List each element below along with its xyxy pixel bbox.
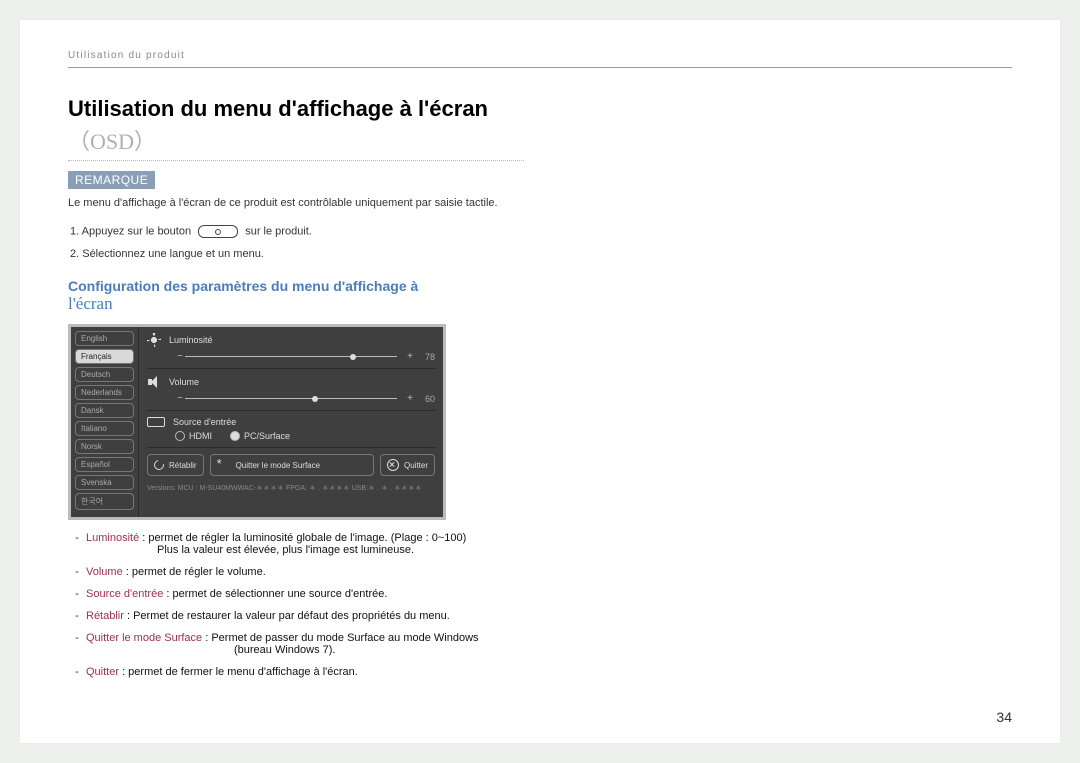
version-line: Versions: MCU : M-SU40MWWAC-＊＊＊＊ FPGA: ＊…	[147, 481, 435, 493]
term-quitter-surface: Quitter le mode Surface	[86, 632, 202, 644]
brightness-slider[interactable]	[185, 356, 397, 357]
volume-label: Volume	[169, 377, 199, 387]
source-label: Source d'entrée	[173, 417, 236, 427]
term-source: Source d'entrée	[86, 588, 163, 600]
volume-icon	[147, 375, 161, 389]
lang-item[interactable]: Español	[75, 457, 134, 472]
volume-slider[interactable]	[185, 398, 397, 399]
term-quitter: Quitter	[86, 666, 119, 678]
lang-item[interactable]: English	[75, 331, 134, 346]
lang-item[interactable]: Nederlands	[75, 385, 134, 400]
volume-knob[interactable]	[312, 396, 318, 402]
page: Utilisation du produit Utilisation du me…	[20, 20, 1060, 743]
lang-item[interactable]: Italiano	[75, 421, 134, 436]
reset-button[interactable]: Rétablir	[147, 454, 204, 476]
close-icon	[387, 459, 399, 471]
gear-icon	[217, 458, 231, 472]
osd-panel: English Français Deutsch Nederlands Dans…	[68, 324, 446, 520]
volume-control: Volume − + 60	[147, 375, 435, 404]
step-1b: sur le produit.	[245, 225, 312, 237]
minus-icon[interactable]: −	[175, 351, 185, 362]
brightness-icon	[147, 333, 161, 347]
volume-value: 60	[415, 394, 435, 404]
lang-item[interactable]: 한국어	[75, 493, 134, 510]
radio-icon	[175, 431, 185, 441]
product-button-icon	[198, 225, 238, 238]
brightness-control: Luminosité − + 78	[147, 333, 435, 362]
section-heading: Configuration des paramètres du menu d'a…	[68, 278, 1012, 294]
reset-icon	[152, 458, 166, 472]
steps: 1. Appuyez sur le bouton sur le produit.…	[68, 225, 1012, 260]
source-hdmi[interactable]: HDMI	[175, 431, 212, 441]
term-volume: Volume	[86, 566, 123, 578]
breadcrumb: Utilisation du produit	[68, 50, 1012, 68]
description-list: - Luminosité : permet de régler la lumin…	[68, 532, 1012, 678]
source-pcsurface[interactable]: PC/Surface	[230, 431, 290, 441]
plus-icon[interactable]: +	[405, 393, 415, 404]
remark-badge: REMARQUE	[68, 171, 155, 189]
term-luminosite: Luminosité	[86, 532, 139, 544]
brightness-label: Luminosité	[169, 335, 213, 345]
brightness-value: 78	[415, 352, 435, 362]
plus-icon[interactable]: +	[405, 351, 415, 362]
step-1a: 1. Appuyez sur le bouton	[70, 225, 191, 237]
source-control: Source d'entrée HDMI PC/Surface	[147, 417, 435, 441]
quit-button[interactable]: Quitter	[380, 454, 435, 476]
lang-item[interactable]: Deutsch	[75, 367, 134, 382]
lang-item[interactable]: Dansk	[75, 403, 134, 418]
radio-icon	[230, 431, 240, 441]
title-subline: （OSD）	[68, 124, 524, 161]
brightness-knob[interactable]	[350, 354, 356, 360]
page-title: Utilisation du menu d'affichage à l'écra…	[68, 96, 1012, 122]
keyboard-icon	[147, 417, 165, 427]
lang-item-selected[interactable]: Français	[75, 349, 134, 364]
remark-text: Le menu d'affichage à l'écran de ce prod…	[68, 197, 1012, 209]
exit-surface-button[interactable]: Quitter le mode Surface	[210, 454, 374, 476]
term-retablir: Rétablir	[86, 610, 124, 622]
page-number: 34	[996, 709, 1012, 725]
section-heading-sub: l'écran	[68, 294, 1012, 314]
step-2: 2. Sélectionnez une langue et un menu.	[70, 248, 1012, 260]
lang-item[interactable]: Svenska	[75, 475, 134, 490]
minus-icon[interactable]: −	[175, 393, 185, 404]
language-column: English Français Deutsch Nederlands Dans…	[71, 327, 139, 517]
lang-item[interactable]: Norsk	[75, 439, 134, 454]
osd-main: Luminosité − + 78 Volume −	[139, 327, 443, 517]
